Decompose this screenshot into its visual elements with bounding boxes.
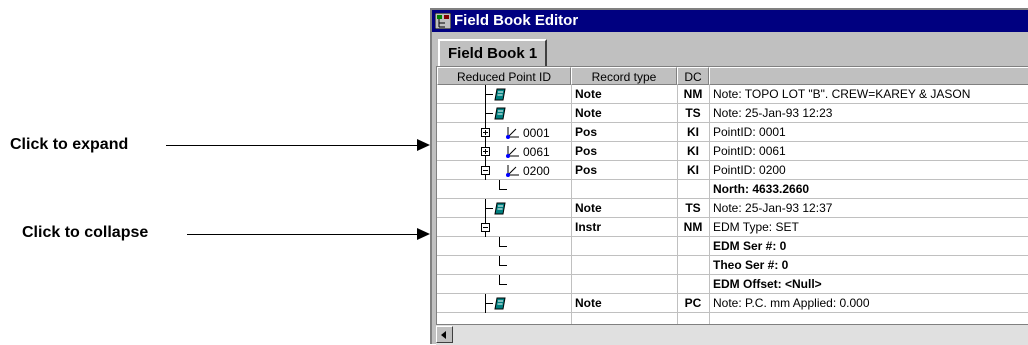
table-row[interactable]: 0001 Pos KI PointID: 0001 [437,123,1028,142]
tree-connector [499,284,507,285]
callout-collapse-arrow-line [187,234,418,235]
dc-cell: NM [683,87,703,101]
point-id: 0200 [523,164,550,178]
dc-cell: KI [687,163,699,177]
table-row[interactable]: Note TS Note: 25-Jan-93 12:23 [437,104,1028,123]
window-title: Field Book Editor [454,12,579,29]
tree-connector [499,265,507,266]
record-type-cell: Instr [575,220,602,234]
app-icon [435,13,451,29]
description-cell: PointID: 0200 [713,163,786,177]
note-icon [494,88,506,101]
note-icon [494,297,506,310]
dc-cell: NM [683,220,703,234]
record-type-cell: Pos [575,125,598,139]
table-row[interactable]: Note PC Note: P.C. mm Applied: 0.000 [437,294,1028,313]
description-cell: North: 4633.2660 [713,182,810,196]
tree-connector [485,208,493,209]
horizontal-scrollbar[interactable] [436,324,1028,345]
description-cell: EDM Ser #: 0 [713,239,787,253]
position-icon [505,144,521,158]
dc-cell: KI [687,144,699,158]
callout-expand-arrow-line [166,145,418,146]
record-type-cell: Note [575,87,602,101]
dc-cell: KI [687,125,699,139]
scroll-left-button[interactable] [436,326,453,343]
tree-connector [485,199,486,218]
note-icon [494,107,506,120]
title-bar[interactable]: Field Book Editor [432,10,1028,32]
description-cell: PointID: 0001 [713,125,786,139]
table-row[interactable]: Note NM Note: TOPO LOT "B". CREW=KAREY & J… [437,85,1028,104]
column-header-description[interactable] [709,67,1028,85]
record-type-cell [571,275,677,294]
collapse-toggle[interactable] [481,166,490,175]
description-cell: Theo Ser #: 0 [713,258,789,272]
description-cell: Note: 25-Jan-93 12:37 [713,201,833,215]
dc-cell: PC [684,296,702,310]
table-row[interactable]: North: 4633.2660 [437,180,1028,199]
table-row[interactable]: Instr NM EDM Type: SET [437,218,1028,237]
arrow-left-icon [441,331,446,339]
record-type-cell: Pos [575,163,598,177]
tab-field-book-1[interactable]: Field Book 1 [438,39,548,66]
tree-connector [485,94,493,95]
point-id: 0001 [523,126,550,140]
record-type-cell [571,256,677,275]
tree-connector [485,303,493,304]
dc-cell [677,275,709,294]
description-cell: EDM Offset: <Null> [713,277,822,291]
point-id: 0061 [523,145,550,159]
record-grid: Reduced Point ID Record type DC Note NM No… [436,66,1028,325]
grid-body: Note NM Note: TOPO LOT "B". CREW=KAREY & J… [437,85,1028,325]
description-cell: Note: TOPO LOT "B". CREW=KAREY & JASON [713,87,971,101]
description-cell: PointID: 0061 [713,144,786,158]
table-row[interactable]: EDM Ser #: 0 [437,237,1028,256]
expand-toggle[interactable] [481,128,490,137]
description-cell: EDM Type: SET [713,220,799,234]
record-type-cell [571,180,677,199]
table-row[interactable]: 0061 Pos KI PointID: 0061 [437,142,1028,161]
tree-connector [485,104,486,123]
tree-connector [485,294,486,313]
record-type-cell: Note [575,106,602,120]
table-row[interactable]: 0200 Pos KI PointID: 0200 [437,161,1028,180]
position-icon [505,163,521,177]
dc-cell [677,237,709,256]
table-row[interactable]: EDM Offset: <Null> [437,275,1028,294]
dc-cell [677,256,709,275]
tree-connector [485,85,486,104]
description-cell: Note: 25-Jan-93 12:23 [713,106,833,120]
tree-connector [485,113,493,114]
description-cell: Note: P.C. mm Applied: 0.000 [713,296,870,310]
dc-cell [677,180,709,199]
collapse-toggle[interactable] [481,223,490,232]
tree-connector [499,189,507,190]
callout-collapse: Click to collapse [22,224,149,241]
record-type-cell: Note [575,296,602,310]
note-icon [494,202,506,215]
table-row[interactable]: Theo Ser #: 0 [437,256,1028,275]
expand-toggle[interactable] [481,147,490,156]
record-type-cell: Pos [575,144,598,158]
dc-cell: TS [685,201,701,215]
position-icon [505,125,521,139]
callout-expand-arrow-head [417,139,430,151]
column-header-reduced-point-id[interactable]: Reduced Point ID [437,67,571,85]
field-book-editor-window: Field Book Editor Field Book 1 Reduced P… [430,8,1028,345]
dc-cell: TS [685,106,701,120]
callout-collapse-arrow-head [417,228,430,240]
record-type-cell [571,237,677,256]
column-header-record-type[interactable]: Record type [571,67,677,85]
record-type-cell: Note [575,201,602,215]
tree-connector [499,246,507,247]
tab-strip: Field Book 1 [432,32,1028,66]
callout-expand: Click to expand [10,136,129,153]
column-header-dc[interactable]: DC [677,67,709,85]
table-row[interactable]: Note TS Note: 25-Jan-93 12:37 [437,199,1028,218]
